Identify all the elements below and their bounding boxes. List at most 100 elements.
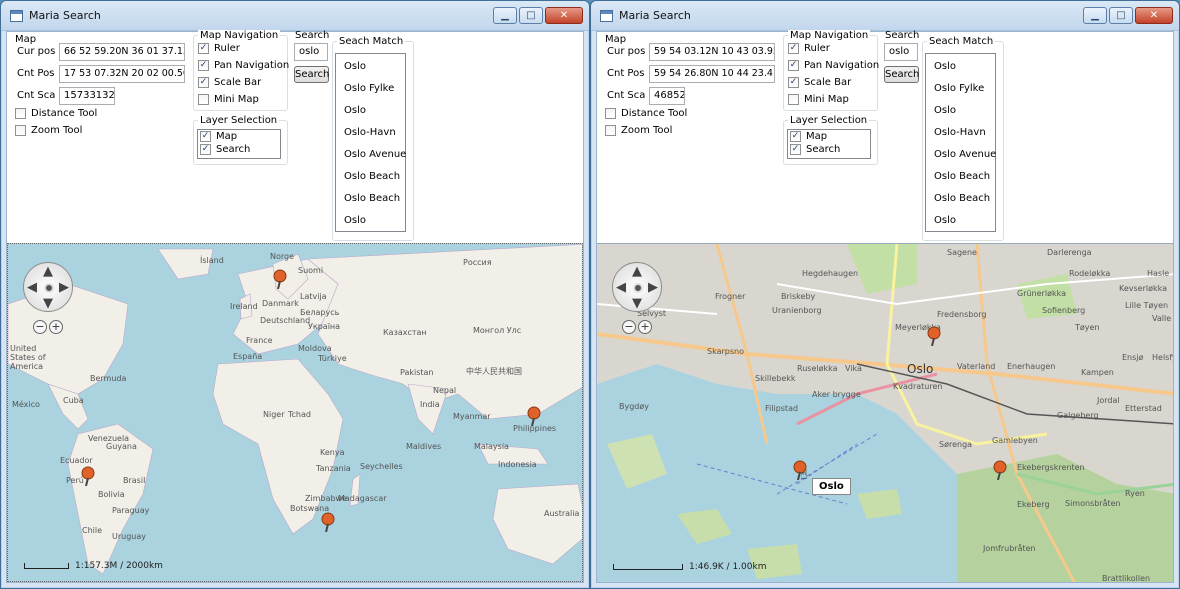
- ruler-checkbox[interactable]: ✓ Ruler: [198, 43, 240, 54]
- search-match-item[interactable]: Oslo Beach: [934, 193, 990, 204]
- maximize-button[interactable]: □: [1109, 7, 1133, 24]
- cnt-pos-field[interactable]: 17 53 07.32N 20 02 00.50E: [59, 65, 185, 83]
- cur-pos-field[interactable]: 66 52 59.20N 36 01 37.13E: [59, 43, 185, 61]
- pan-left-icon[interactable]: ◀: [616, 281, 626, 294]
- map-label: Bermuda: [90, 374, 127, 383]
- map-label: Монгол Улс: [473, 326, 522, 335]
- search-button[interactable]: Search: [884, 66, 919, 83]
- search-match-item[interactable]: Oslo Beach: [344, 193, 400, 204]
- cnt-sca-field[interactable]: 46852: [649, 87, 685, 105]
- map-label: Simonsbråten: [1065, 499, 1121, 508]
- map-label: Madagascar: [338, 494, 387, 503]
- search-match-item[interactable]: Oslo: [934, 105, 956, 116]
- zoom-out-button[interactable]: −: [33, 320, 47, 334]
- search-button[interactable]: Search: [294, 66, 329, 83]
- search-result-pin[interactable]: [993, 460, 1007, 480]
- checkbox-box: ✓: [198, 77, 209, 88]
- minimize-button[interactable]: ▁: [493, 7, 517, 24]
- search-match-item[interactable]: Oslo Beach: [934, 171, 990, 182]
- search-result-pin[interactable]: [927, 326, 941, 346]
- search-result-pin[interactable]: [81, 466, 95, 486]
- search-match-item[interactable]: Oslo-Havn: [344, 127, 396, 138]
- maximize-button[interactable]: □: [519, 7, 543, 24]
- pan-navigation-control[interactable]: ▲ ▼ ◀ ▶: [612, 262, 662, 312]
- pan-down-icon[interactable]: ▼: [43, 297, 53, 310]
- search-input[interactable]: oslo: [294, 43, 328, 61]
- search-result-pin[interactable]: [273, 269, 287, 289]
- pan-right-icon[interactable]: ▶: [648, 281, 658, 294]
- map-label: Pakistan: [400, 368, 434, 377]
- pan-navigation-control[interactable]: ▲ ▼ ◀ ▶: [23, 262, 73, 312]
- cur-pos-field[interactable]: 59 54 03.12N 10 43 03.95E: [649, 43, 775, 61]
- map-label: Bolivia: [98, 490, 125, 499]
- pan-up-icon[interactable]: ▲: [632, 265, 642, 278]
- map-label: Hasle: [1147, 269, 1170, 278]
- layer-map-checkbox[interactable]: ✓ Map: [200, 131, 237, 142]
- search-match-list[interactable]: Oslo Oslo Fylke Oslo Oslo-Havn Oslo Aven…: [925, 53, 996, 232]
- search-match-item[interactable]: Oslo-Havn: [934, 127, 986, 138]
- minimize-button[interactable]: ▁: [1083, 7, 1107, 24]
- search-match-list[interactable]: Oslo Oslo Fylke Oslo Oslo-Havn Oslo Aven…: [335, 53, 406, 232]
- pan-center-icon[interactable]: [633, 283, 643, 293]
- zoom-in-button[interactable]: +: [49, 320, 63, 334]
- scale-bar-line: [613, 564, 683, 570]
- search-result-pin[interactable]: [527, 406, 541, 426]
- zoom-tool-label: Zoom Tool: [621, 125, 673, 136]
- map-label: Jordal: [1097, 396, 1120, 405]
- zoom-tool-checkbox[interactable]: Zoom Tool: [605, 125, 672, 136]
- map-view[interactable]: Ísland Norge Suomi Россия Latvija Irelan…: [7, 243, 583, 582]
- map-navigation-label: Map Navigation: [788, 30, 871, 41]
- layer-map-checkbox[interactable]: ✓ Map: [790, 131, 827, 142]
- scale-bar-checkbox[interactable]: ✓ Scale Bar: [788, 77, 851, 88]
- search-match-item[interactable]: Oslo Beach: [344, 171, 400, 182]
- cnt-pos-field[interactable]: 59 54 26.80N 10 44 23.41E: [649, 65, 775, 83]
- mini-map-label: Mini Map: [214, 94, 259, 105]
- title-bar[interactable]: Maria Search ▁ □ ✕: [591, 1, 1179, 31]
- map-view[interactable]: Sagene Darlerenga Hegdehaugen Rodeløkka …: [597, 243, 1173, 582]
- search-match-item[interactable]: Oslo: [934, 61, 956, 72]
- distance-tool-checkbox[interactable]: Distance Tool: [15, 108, 97, 119]
- map-label: Kvadraturen: [893, 382, 943, 391]
- zoom-out-button[interactable]: −: [622, 320, 636, 334]
- distance-tool-checkbox[interactable]: Distance Tool: [605, 108, 687, 119]
- search-input[interactable]: oslo: [884, 43, 918, 61]
- mini-map-checkbox[interactable]: Mini Map: [198, 94, 259, 105]
- close-button[interactable]: ✕: [545, 7, 583, 24]
- map-group-label: Map: [603, 34, 629, 45]
- search-match-item[interactable]: Oslo: [934, 215, 956, 226]
- pan-right-icon[interactable]: ▶: [59, 281, 69, 294]
- map-label: Ecuador: [60, 456, 93, 465]
- zoom-in-button[interactable]: +: [638, 320, 652, 334]
- layer-search-checkbox[interactable]: ✓ Search: [790, 144, 840, 155]
- map-label: Cuba: [63, 396, 84, 405]
- search-match-item[interactable]: Oslo: [344, 61, 366, 72]
- layer-map-label: Map: [216, 131, 238, 142]
- pan-navigation-checkbox[interactable]: ✓ Pan Navigation: [198, 60, 289, 71]
- search-match-item[interactable]: Oslo Avenue: [934, 149, 996, 160]
- zoom-tool-checkbox[interactable]: Zoom Tool: [15, 125, 82, 136]
- pan-navigation-checkbox[interactable]: ✓ Pan Navigation: [788, 60, 879, 71]
- pan-left-icon[interactable]: ◀: [27, 281, 37, 294]
- search-match-item[interactable]: Oslo Fylke: [934, 83, 984, 94]
- cur-pos-label: Cur pos: [17, 46, 56, 57]
- layer-selection-label: Layer Selection: [788, 115, 870, 126]
- layer-search-checkbox[interactable]: ✓ Search: [200, 144, 250, 155]
- search-match-item[interactable]: Oslo: [344, 215, 366, 226]
- search-result-pin[interactable]: [321, 512, 335, 532]
- search-match-item[interactable]: Oslo Fylke: [344, 83, 394, 94]
- search-match-item[interactable]: Oslo Avenue: [344, 149, 406, 160]
- cnt-sca-label: Cnt Sca: [607, 90, 646, 101]
- search-match-item[interactable]: Oslo: [344, 105, 366, 116]
- pan-down-icon[interactable]: ▼: [632, 297, 642, 310]
- cnt-sca-field[interactable]: 157331327: [59, 87, 115, 105]
- map-label: Беларусь: [300, 308, 340, 317]
- mini-map-checkbox[interactable]: Mini Map: [788, 94, 849, 105]
- ruler-checkbox[interactable]: ✓ Ruler: [788, 43, 830, 54]
- title-bar[interactable]: Maria Search ▁ □ ✕: [1, 1, 589, 31]
- map-label: Brattlikollen: [1102, 574, 1151, 582]
- pan-up-icon[interactable]: ▲: [43, 265, 53, 278]
- map-label: Norge: [270, 252, 295, 261]
- close-button[interactable]: ✕: [1135, 7, 1173, 24]
- scale-bar-checkbox[interactable]: ✓ Scale Bar: [198, 77, 261, 88]
- pan-center-icon[interactable]: [44, 283, 54, 293]
